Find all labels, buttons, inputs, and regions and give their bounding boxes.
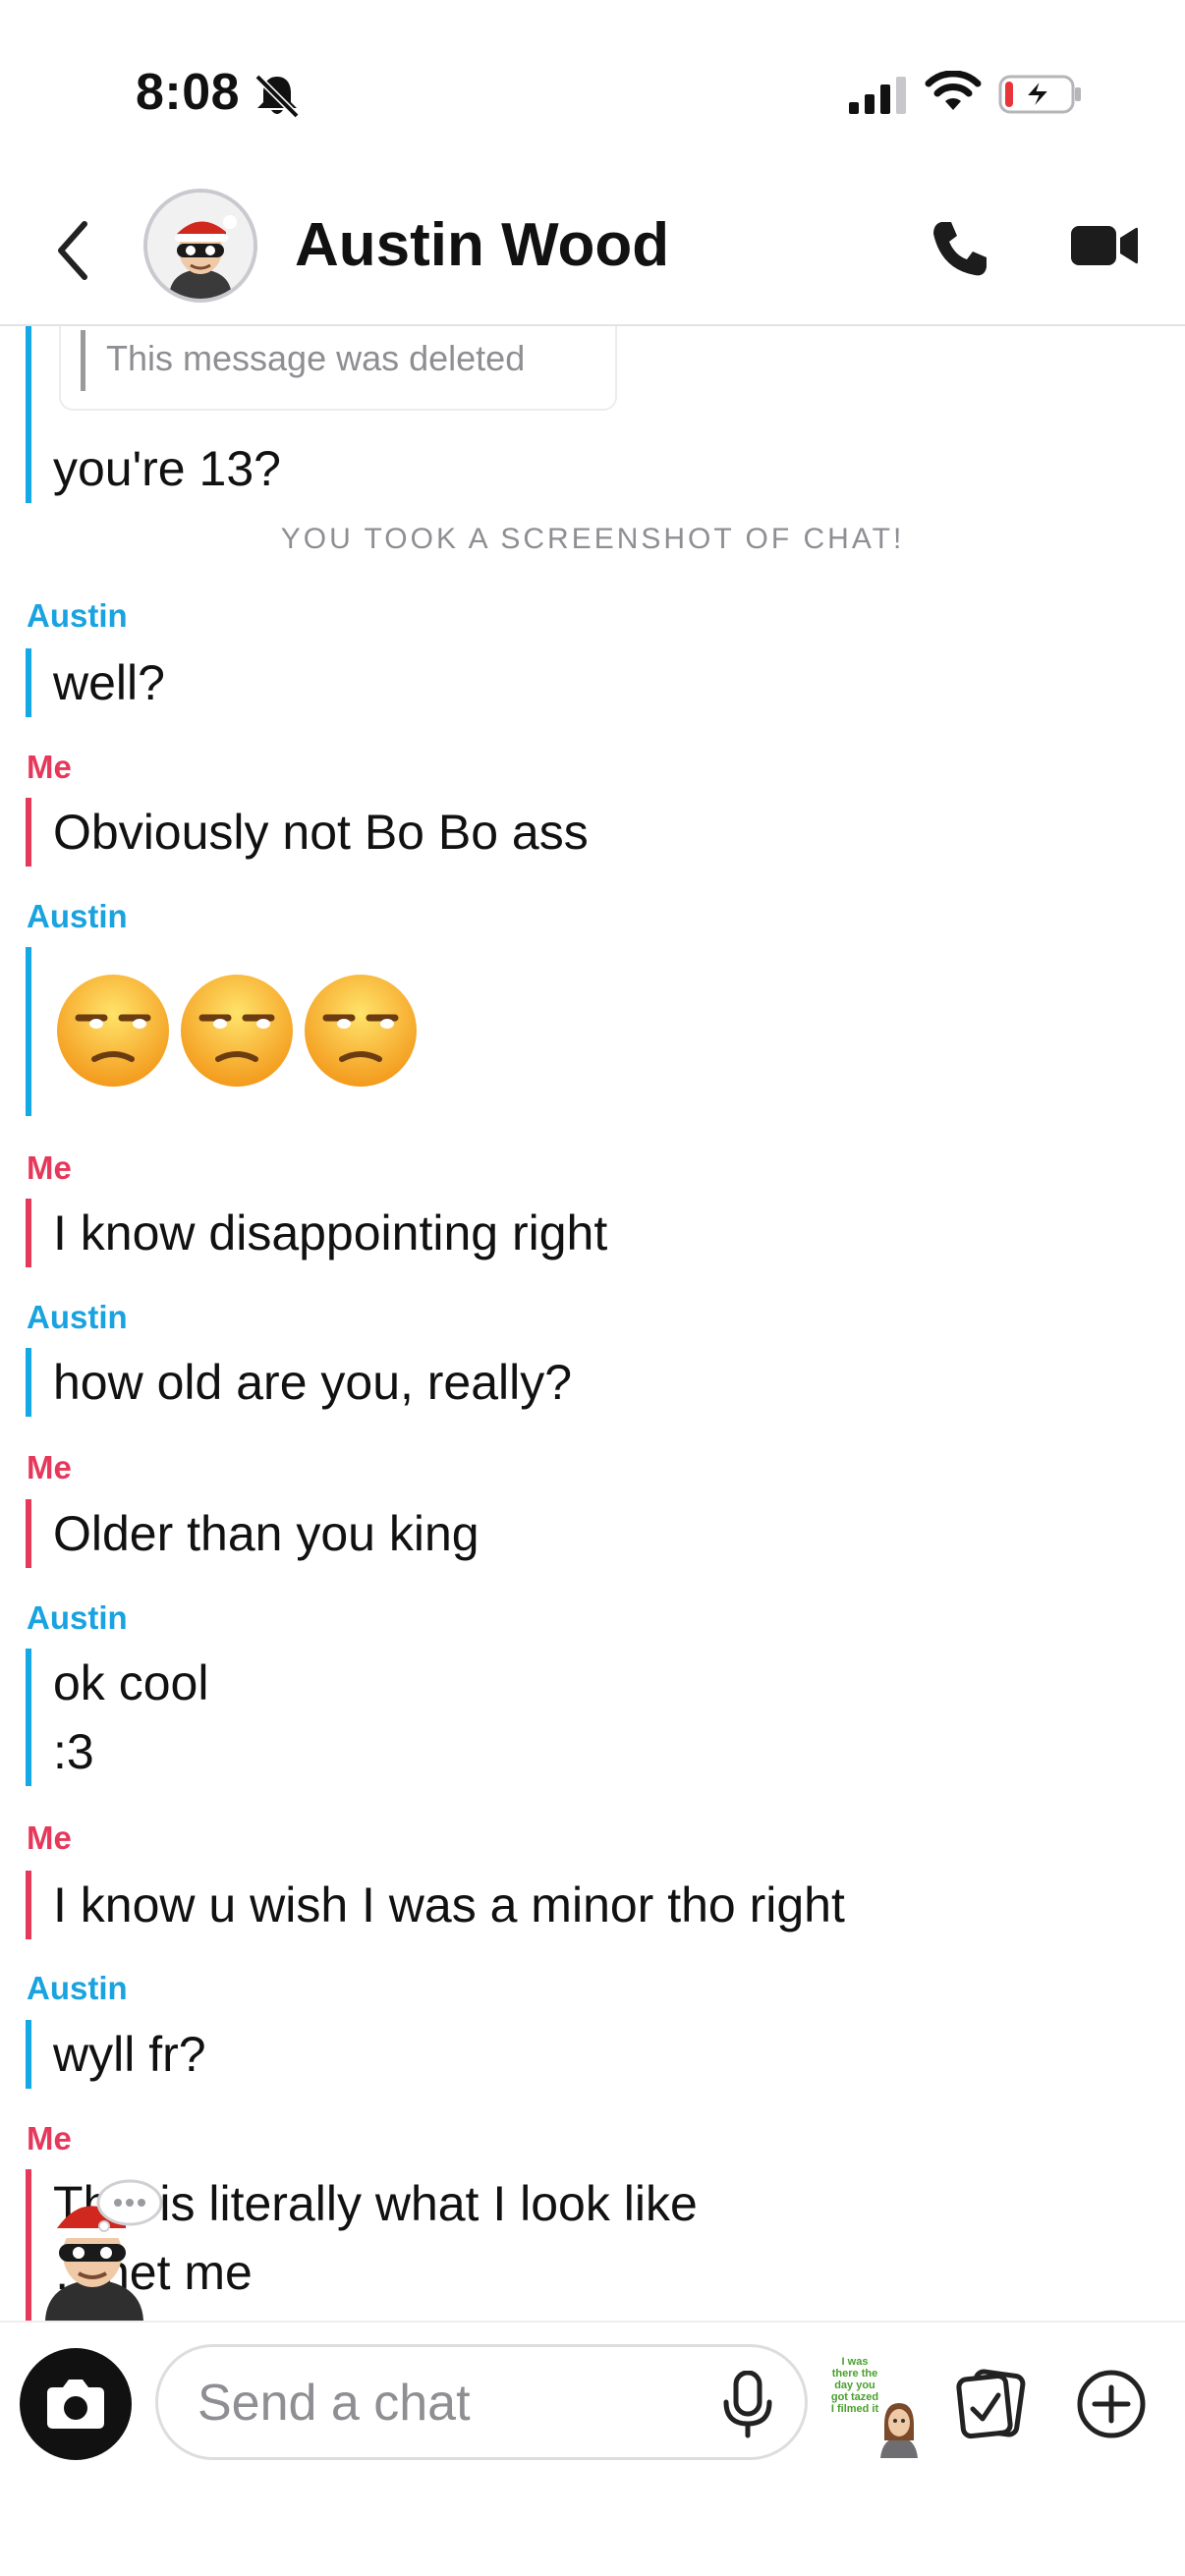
chat-input-field[interactable] — [155, 2344, 808, 2460]
microphone-icon[interactable] — [716, 2371, 779, 2439]
message-bar-austin — [26, 947, 31, 1116]
camera-icon — [47, 2380, 104, 2429]
message-bar-me — [26, 1199, 31, 1267]
typing-bubble-icon — [96, 2179, 163, 2232]
message-bar-austin — [26, 326, 31, 503]
sender-label-me: Me — [27, 749, 72, 785]
unamused-face-icon[interactable] — [55, 973, 171, 1089]
deleted-message-note: This message was deleted — [106, 338, 526, 378]
message-text[interactable]: I know u wish I was a minor tho right — [53, 1871, 845, 1939]
cellular-signal-icon — [849, 77, 906, 114]
bitmoji-sticker-icon — [880, 2403, 918, 2458]
wifi-icon — [925, 71, 982, 110]
battery-charging-icon — [998, 75, 1081, 114]
phone-icon[interactable] — [928, 216, 992, 281]
sender-label-austin: Austin — [27, 1599, 128, 1636]
message-bar-me — [26, 1499, 31, 1568]
status-time: 8:08 — [136, 64, 241, 121]
bitmoji-avatar-icon — [147, 193, 254, 299]
message-bar-me — [26, 2169, 31, 2321]
chevron-left-icon[interactable] — [51, 216, 94, 285]
message-text[interactable]: you're 13? — [53, 434, 281, 503]
contact-avatar[interactable] — [143, 189, 257, 303]
sticker-suggestion[interactable]: I was there the day you got tazed I film… — [821, 2356, 926, 2458]
message-bar-austin — [26, 648, 31, 717]
status-bar: 8:08 — [0, 0, 1185, 157]
message-text[interactable]: well? — [53, 648, 165, 717]
bell-slash-icon — [254, 74, 300, 118]
sender-label-austin: Austin — [27, 597, 128, 634]
sender-label-me: Me — [27, 1449, 72, 1485]
message-text[interactable]: ok cool :3 — [53, 1649, 208, 1786]
sender-label-me: Me — [27, 1149, 72, 1186]
message-text[interactable]: how old are you, really? — [53, 1348, 572, 1417]
contact-name[interactable]: Austin Wood — [295, 210, 669, 280]
video-camera-icon[interactable] — [1069, 220, 1140, 271]
plus-icon[interactable] — [1075, 2368, 1148, 2440]
sender-label-austin: Austin — [27, 1970, 128, 2006]
message-bar-me — [26, 798, 31, 867]
unamused-face-icon[interactable] — [179, 973, 295, 1089]
message-text[interactable]: I know disappointing right — [53, 1199, 607, 1267]
message-text[interactable]: Obviously not Bo Bo ass — [53, 798, 589, 867]
message-bar-austin — [26, 1649, 31, 1786]
message-bar-me — [26, 1871, 31, 1939]
chat-thread[interactable]: This message was deleted you're 13? YOU … — [0, 326, 1185, 2321]
sender-label-me: Me — [27, 1820, 72, 1856]
message-text[interactable]: wyll fr? — [53, 2020, 206, 2089]
sender-label-austin: Austin — [27, 898, 128, 934]
message-bar-austin — [26, 1348, 31, 1417]
chat-header: Austin Wood — [0, 157, 1185, 326]
memories-icon[interactable] — [953, 2366, 1028, 2440]
sender-label-austin: Austin — [27, 1299, 128, 1335]
send-chat-input[interactable] — [198, 2371, 708, 2436]
deleted-message-bar — [81, 330, 85, 391]
unamused-face-icon[interactable] — [303, 973, 419, 1089]
composer-bar: I was there the day you got tazed I film… — [0, 2321, 1185, 2576]
sender-label-me: Me — [27, 2120, 72, 2156]
camera-button[interactable] — [20, 2348, 132, 2460]
message-text[interactable]: Older than you king — [53, 1499, 480, 1568]
message-bar-austin — [26, 2020, 31, 2089]
screenshot-notice: YOU TOOK A SCREENSHOT OF CHAT! — [280, 523, 905, 555]
